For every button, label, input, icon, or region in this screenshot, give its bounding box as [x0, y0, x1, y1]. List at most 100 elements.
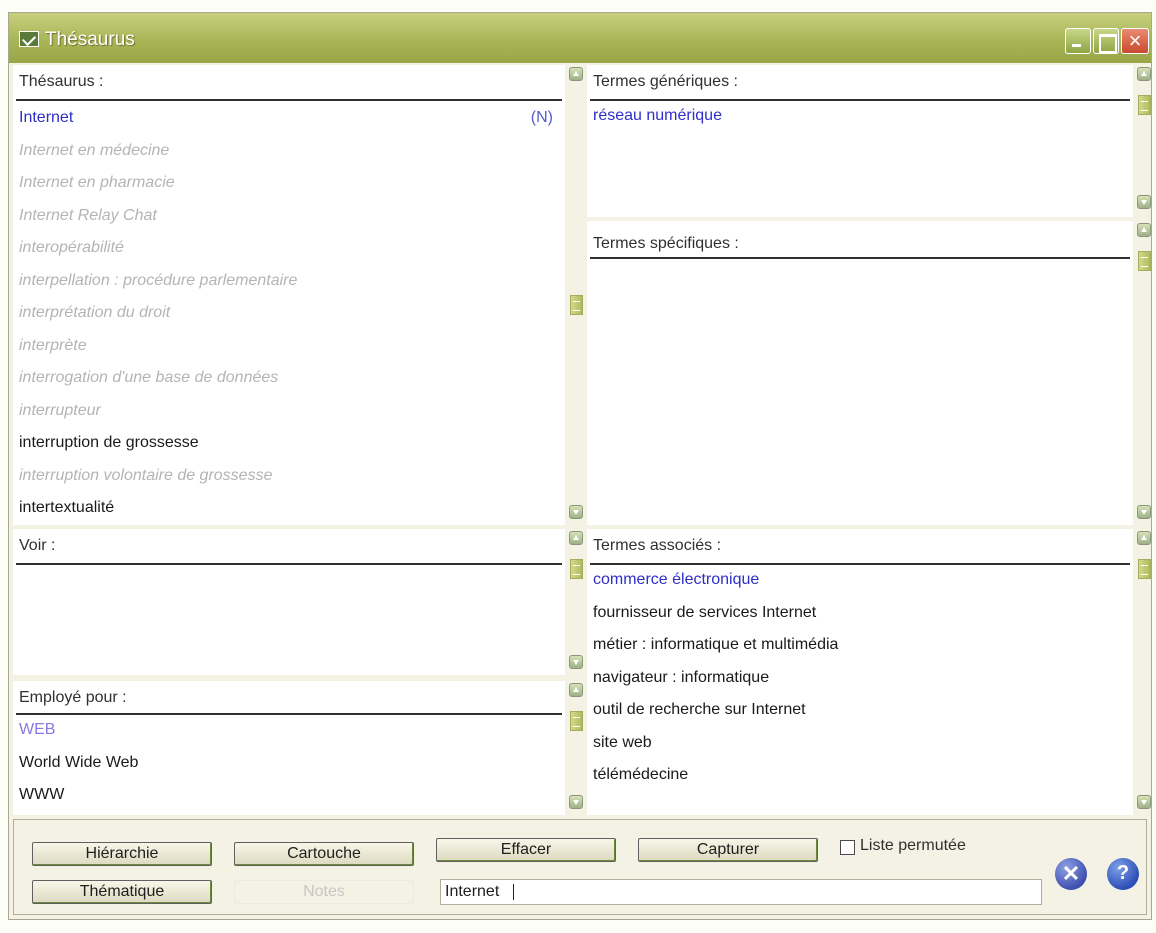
termes-associes-item-label: commerce électronique — [593, 571, 760, 588]
window-title: Thésaurus — [45, 29, 135, 50]
thesaurus-item[interactable]: interrupteur — [19, 400, 559, 433]
scroll-down-icon[interactable] — [569, 505, 583, 519]
termes-generiques-list: réseau numérique — [593, 105, 1123, 138]
termes-generiques-scrollbar[interactable] — [1135, 65, 1153, 217]
voir-scrollbar[interactable] — [567, 529, 585, 675]
close-icon: × — [1128, 28, 1142, 53]
scroll-thumb[interactable] — [570, 559, 583, 579]
thesaurus-item-label: Internet — [19, 109, 74, 126]
divider — [16, 99, 562, 101]
scroll-up-icon[interactable] — [569, 67, 583, 81]
termes-generiques-item[interactable]: réseau numérique — [593, 105, 1123, 138]
scroll-thumb[interactable] — [1138, 251, 1151, 271]
employe-pour-item[interactable]: World Wide Web — [19, 752, 559, 785]
termes-associes-list: commerce électronique fournisseur de serv… — [593, 569, 1123, 797]
thesaurus-window: Thésaurus × Thésaurus : Internet (N) Inter… — [8, 12, 1152, 920]
thesaurus-item[interactable]: Internet (N) — [19, 107, 559, 140]
scroll-down-icon[interactable] — [569, 795, 583, 809]
scroll-thumb[interactable] — [570, 295, 583, 315]
exit-button[interactable]: ✕ — [1055, 858, 1087, 890]
effacer-button[interactable]: Effacer — [436, 838, 616, 862]
thesaurus-item-label: interrupteur — [19, 401, 101, 419]
employe-pour-list: WEB World Wide Web WWW — [19, 719, 559, 815]
thesaurus-item[interactable]: interprétation du droit — [19, 302, 559, 335]
cartouche-button[interactable]: Cartouche — [234, 842, 414, 866]
thesaurus-item[interactable]: intertextualité — [19, 497, 559, 525]
employe-pour-item-label: WWW — [19, 786, 65, 803]
termes-associes-item-label: site web — [593, 733, 652, 751]
scroll-up-icon[interactable] — [1137, 531, 1151, 545]
scroll-down-icon[interactable] — [1137, 195, 1151, 209]
thesaurus-item[interactable]: Internet Relay Chat — [19, 205, 559, 238]
termes-associes-item[interactable]: fournisseur de services Internet — [593, 602, 1123, 635]
termes-associes-item-label: navigateur : informatique — [593, 668, 770, 686]
thesaurus-item-label: interruption volontaire de grossesse — [19, 466, 273, 484]
help-circle-icon: ? — [1116, 862, 1130, 884]
maximize-button[interactable] — [1093, 28, 1119, 54]
hierarchie-button[interactable]: Hiérarchie — [32, 842, 212, 866]
close-button[interactable]: × — [1121, 28, 1149, 54]
scroll-thumb[interactable] — [1138, 559, 1151, 579]
capturer-button[interactable]: Capturer — [638, 838, 818, 862]
termes-associes-scrollbar[interactable] — [1135, 529, 1153, 815]
thesaurus-scrollbar[interactable] — [567, 65, 585, 525]
thesaurus-item[interactable]: interprète — [19, 335, 559, 368]
thesaurus-item-label: Internet en pharmacie — [19, 174, 175, 191]
thematique-button[interactable]: Thématique — [32, 880, 212, 904]
scroll-thumb[interactable] — [570, 711, 583, 731]
scroll-thumb[interactable] — [1138, 95, 1151, 115]
scroll-down-icon[interactable] — [569, 655, 583, 669]
thesaurus-panel: Thésaurus : Internet (N) Internet en médec… — [13, 65, 565, 525]
termes-generiques-panel: Termes génériques : réseau numérique — [587, 65, 1133, 217]
thesaurus-title: Thésaurus : — [19, 73, 104, 90]
termes-associes-item[interactable]: métier : informatique et multimédia — [593, 634, 1123, 667]
termes-associes-panel: Termes associés : commerce électronique f… — [587, 529, 1133, 815]
employe-pour-title: Employé pour : — [19, 689, 127, 706]
thesaurus-item[interactable]: Internet en médecine — [19, 140, 559, 173]
thesaurus-item[interactable]: interpellation : procédure parlementaire — [19, 270, 559, 303]
thesaurus-item[interactable]: Internet en pharmacie — [19, 172, 559, 205]
divider — [590, 257, 1130, 259]
employe-pour-item-label: World Wide Web — [19, 753, 139, 771]
termes-associes-item[interactable]: commerce électronique — [593, 569, 1123, 602]
employe-pour-item[interactable]: WWW — [19, 784, 559, 815]
termes-associes-item[interactable]: navigateur : informatique — [593, 667, 1123, 700]
termes-specifiques-panel: Termes spécifiques : — [587, 221, 1133, 525]
scroll-up-icon[interactable] — [569, 531, 583, 545]
termes-associes-item[interactable]: télémédecine — [593, 764, 1123, 797]
minimize-button[interactable] — [1065, 28, 1091, 54]
termes-specifiques-title: Termes spécifiques : — [593, 235, 739, 252]
termes-associes-item[interactable]: site web — [593, 732, 1123, 765]
employe-pour-item-label: WEB — [19, 721, 56, 738]
termes-associes-item-label: fournisseur de services Internet — [593, 603, 817, 621]
search-input[interactable]: Internet — [440, 879, 1042, 905]
scroll-up-icon[interactable] — [569, 683, 583, 697]
thesaurus-item[interactable]: interruption de grossesse — [19, 432, 559, 465]
title-bar[interactable]: Thésaurus × — [9, 13, 1151, 63]
thesaurus-item[interactable]: interrogation d'une base de données — [19, 367, 559, 400]
bottom-toolbar: Hiérarchie Cartouche Effacer Capturer Li… — [13, 819, 1147, 915]
thesaurus-item-label: interpellation : procédure parlementaire — [19, 271, 298, 289]
divider — [590, 563, 1130, 565]
help-button[interactable]: ? — [1107, 858, 1139, 890]
scroll-down-icon[interactable] — [1137, 795, 1151, 809]
divider — [16, 713, 562, 715]
termes-specifiques-scrollbar[interactable] — [1135, 221, 1153, 525]
employe-pour-scrollbar[interactable] — [567, 681, 585, 815]
scroll-up-icon[interactable] — [1137, 223, 1151, 237]
employe-pour-item[interactable]: WEB — [19, 719, 559, 752]
thesaurus-item[interactable]: interopérabilité — [19, 237, 559, 270]
scroll-down-icon[interactable] — [1137, 505, 1151, 519]
liste-permutee-label: Liste permutée — [860, 837, 966, 854]
thesaurus-item-label: interopérabilité — [19, 239, 124, 256]
thesaurus-item[interactable]: interruption volontaire de grossesse — [19, 465, 559, 498]
thesaurus-item-label: interprétation du droit — [19, 304, 171, 321]
termes-associes-item[interactable]: outil de recherche sur Internet — [593, 699, 1123, 732]
app-icon — [19, 31, 39, 47]
termes-associes-title: Termes associés : — [593, 537, 722, 554]
liste-permutee-checkbox[interactable] — [840, 840, 855, 855]
scroll-up-icon[interactable] — [1137, 67, 1151, 81]
termes-generiques-item-label: réseau numérique — [593, 107, 722, 124]
termes-associes-item-label: outil de recherche sur Internet — [593, 701, 806, 718]
close-circle-icon: ✕ — [1061, 861, 1081, 886]
